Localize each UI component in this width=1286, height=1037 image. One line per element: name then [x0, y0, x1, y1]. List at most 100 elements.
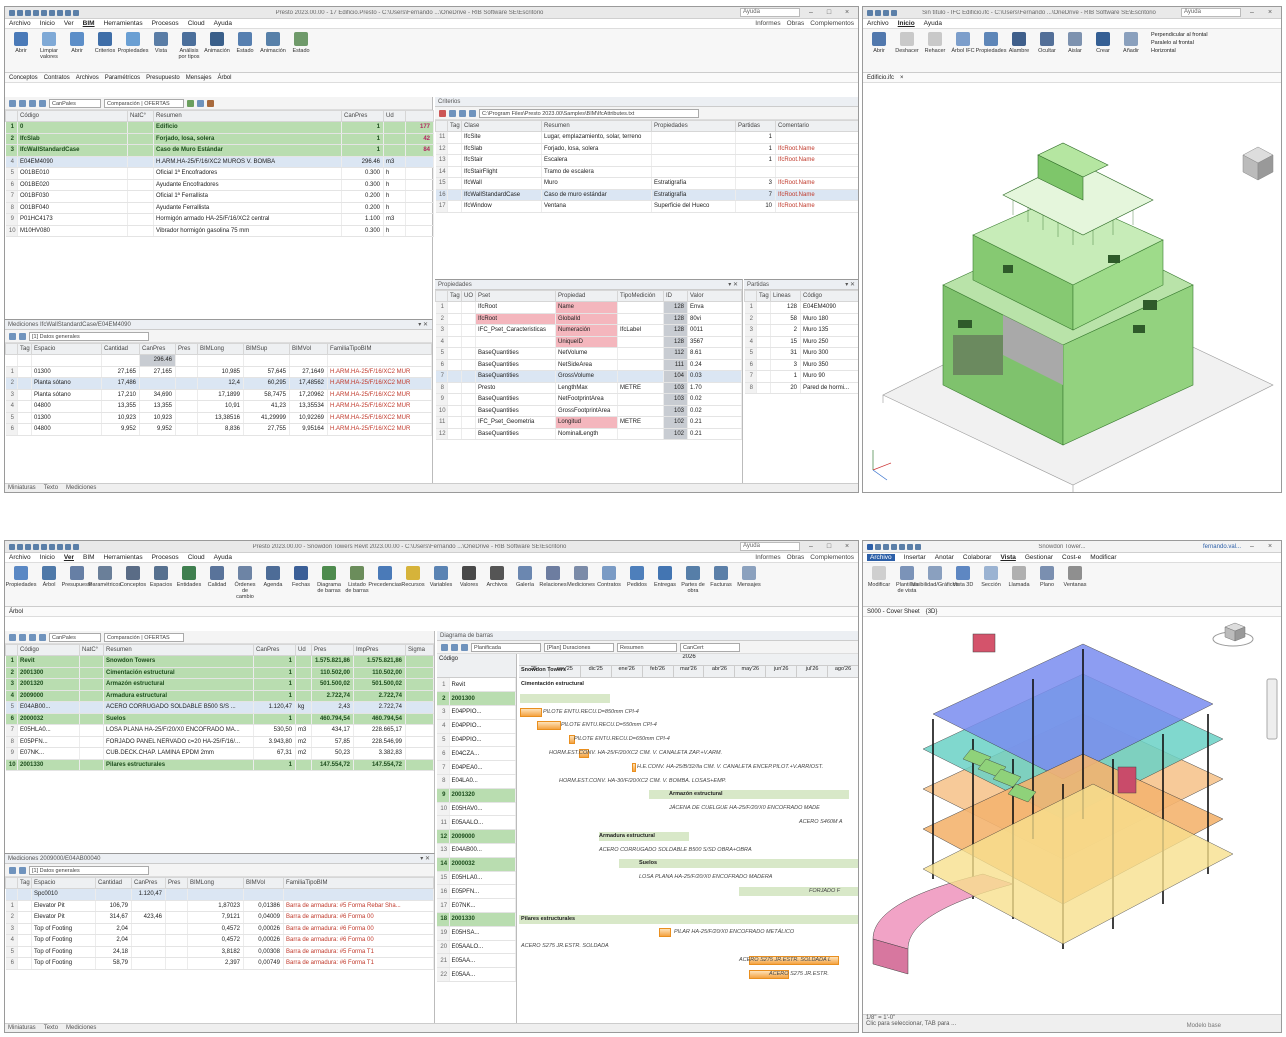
table-row[interactable]: 10 2001330 Pilares estructurales 1 147.554,7… — [5, 759, 434, 771]
status-tab[interactable]: Texto — [44, 485, 58, 491]
column-header[interactable]: Ud — [383, 110, 406, 122]
column-header[interactable] — [405, 110, 434, 122]
close-icon[interactable]: ▾ ✕ — [420, 855, 430, 862]
tab-gestionar[interactable]: Gestionar — [1025, 554, 1053, 561]
table-row[interactable]: 1 Elevator Pit 106,79 1,87023 0,01386 Barra d… — [5, 900, 434, 912]
table-row[interactable]: 1 0 Edificio 1 177 — [5, 121, 434, 134]
menu-item-bim[interactable]: BIM — [83, 20, 95, 27]
section-option[interactable]: Perpendicular al frontal — [1151, 32, 1208, 38]
menu-item-obras[interactable]: Obras — [787, 554, 805, 561]
tab-árbol[interactable]: Árbol — [217, 75, 231, 81]
menu-item-cloud[interactable]: Cloud — [188, 554, 205, 561]
table-row[interactable]: 13 E04AB00... — [437, 843, 516, 858]
view-cube-icon[interactable] — [1242, 146, 1274, 181]
ribbon-button[interactable]: Contratos — [597, 566, 621, 603]
column-header[interactable]: CanPres — [253, 644, 296, 656]
menu-item-bim[interactable]: BIM — [83, 554, 95, 561]
column-header[interactable]: Tag — [17, 343, 32, 355]
table-row[interactable]: 3 Top of Footing 2,04 0,4572 0,00026 Barra de… — [5, 923, 434, 935]
gantt-bar[interactable] — [520, 707, 542, 717]
table-row[interactable]: 6 Top of Footing 58,79 2,397 0,00749 Barra de… — [5, 957, 434, 970]
table-row[interactable]: 15 E05HLA0... — [437, 871, 516, 886]
table-row[interactable]: 20 E05AALO... — [437, 940, 516, 955]
search-input[interactable]: Ayuda — [740, 8, 800, 17]
ribbon-button[interactable]: Propiedades — [118, 32, 148, 69]
close-icon[interactable]: × — [1263, 543, 1277, 550]
column-header[interactable]: Tag — [447, 290, 462, 302]
table-row[interactable]: 9 2001320 — [437, 788, 516, 803]
menu-item-cloud[interactable]: Cloud — [188, 20, 205, 27]
table-row[interactable]: 2 IfcRoot GlobalId 128 80vi — [435, 313, 742, 325]
column-header[interactable]: Cantidad — [101, 343, 140, 355]
ribbon-button[interactable]: Vista — [149, 32, 173, 69]
table-row[interactable]: 7 BaseQuantities GrossVolume 104 0.03 — [435, 370, 742, 383]
column-header[interactable]: BIMLong — [197, 343, 244, 355]
menu-item-inicio[interactable]: Inicio — [40, 554, 55, 561]
column-header[interactable]: BIMSup — [243, 343, 290, 355]
table-row[interactable]: 6 O01BE020 Ayudante Encofradores 0.300 h — [5, 179, 434, 191]
menu-item-archivo[interactable]: Archivo — [9, 20, 31, 27]
ribbon-button[interactable]: Crear — [1091, 32, 1115, 69]
datos-combo[interactable]: [1] Datos generales — [29, 331, 149, 341]
table-row[interactable]: 3 IfcWallStandardCase Caso de Muro Estánda… — [5, 144, 434, 157]
column-header[interactable] — [435, 290, 448, 302]
gantt-bar[interactable] — [739, 887, 858, 896]
column-header[interactable]: Espacio — [31, 343, 102, 355]
tab-modificar[interactable]: Modificar — [1090, 554, 1116, 561]
comparison-combo[interactable]: Comparación | OFERTAS — [104, 98, 184, 108]
menu-item-herramientas[interactable]: Herramientas — [104, 20, 143, 27]
ribbon-button[interactable]: Valores — [457, 566, 481, 603]
ribbon-button[interactable]: Mediciones — [567, 566, 595, 603]
view-cube-icon[interactable] — [1212, 622, 1254, 647]
3d-viewport[interactable] — [863, 85, 1281, 492]
datos-combo[interactable]: [1] Datos generales — [29, 865, 149, 875]
table-row[interactable]: 11 IfcSite Lugar, emplazamiento, solar, te… — [435, 131, 858, 144]
column-header[interactable] — [5, 110, 18, 122]
table-row[interactable]: 8 E05PFN... FORJADO PANEL NERVADO c=20 HA-… — [5, 736, 434, 748]
column-header[interactable]: FamiliaTipoBIM — [327, 343, 432, 355]
ribbon-button[interactable]: Propiedades — [976, 32, 1006, 69]
ribbon-button[interactable]: Recursos — [401, 566, 425, 603]
ribbon-button[interactable]: Abrir — [9, 32, 33, 69]
column-header[interactable]: NatC° — [79, 644, 104, 656]
table-row[interactable]: 6 04800 9,952 9,952 8,836 27,755 9,95164 H.ARM.… — [5, 423, 432, 436]
minimize-icon[interactable]: – — [804, 9, 818, 16]
table-row[interactable]: 13 IfcStair Escalera 1 IfcRoot.Name — [435, 154, 858, 167]
gantt-bar[interactable] — [537, 721, 561, 731]
column-header[interactable] — [5, 644, 18, 656]
menu-item-informes[interactable]: Informes — [755, 20, 780, 27]
tab-colaborar[interactable]: Colaborar — [963, 554, 992, 561]
table-row[interactable]: 1 Revit — [437, 678, 516, 693]
comparison-combo[interactable]: Comparación | OFERTAS — [104, 632, 184, 642]
tab-presupuesto[interactable]: Presupuesto — [146, 75, 180, 81]
tab-edificio-ifc[interactable]: Edificio.ifc — [867, 75, 894, 81]
ribbon-button[interactable]: Partes de obra — [681, 566, 705, 603]
table-row[interactable]: 5 BaseQuantities NetVolume 112 8.61 — [435, 347, 742, 360]
minimize-icon[interactable]: – — [1245, 543, 1259, 550]
criterios-path[interactable]: C:\Program Files\Presto 2023.00\Samples\… — [479, 108, 699, 118]
column-header[interactable]: Valor — [687, 290, 742, 302]
ribbon-button[interactable]: Visibilidad/Gráficos — [912, 566, 958, 603]
menu-item-ayuda[interactable]: Ayuda — [214, 20, 232, 27]
close-icon[interactable]: ▾ ✕ — [418, 321, 428, 328]
tab-archivos[interactable]: Archivos — [76, 75, 99, 81]
table-row[interactable]: 12 IfcSlab Forjado, losa, solera 1 IfcRoot.N… — [435, 143, 858, 155]
3d-viewport[interactable] — [863, 619, 1281, 1014]
ribbon-button[interactable]: Presupuesto — [62, 566, 92, 603]
table-row[interactable]: 6 BaseQuantities NetSideArea 111 0.24 — [435, 359, 742, 371]
close-icon[interactable]: ▾ ✕ — [845, 281, 855, 288]
gantt-bar[interactable] — [632, 762, 636, 772]
table-row[interactable]: 16 IfcWallStandardCase Caso de muro estánd… — [435, 189, 858, 201]
ribbon-button[interactable]: Relaciones — [539, 566, 567, 603]
ribbon-button[interactable]: Abrir — [65, 32, 89, 69]
table-row[interactable]: 1 128 E04EM4090 — [744, 301, 858, 314]
menu-item-inicio[interactable]: Inicio — [898, 20, 915, 27]
column-header[interactable] — [435, 120, 448, 132]
section-option[interactable]: Horizontal — [1151, 48, 1208, 54]
plan-combo[interactable]: Planificada — [471, 642, 541, 652]
menu-item-complementos[interactable]: Complementos — [810, 554, 854, 561]
table-row[interactable]: 4 04800 13,355 13,355 10,91 41,23 13,35534 H.AR… — [5, 400, 432, 413]
close-icon[interactable]: × — [1263, 9, 1277, 16]
status-tab[interactable]: Miniaturas — [8, 1025, 36, 1031]
ribbon-button[interactable]: Árbol — [37, 566, 61, 603]
